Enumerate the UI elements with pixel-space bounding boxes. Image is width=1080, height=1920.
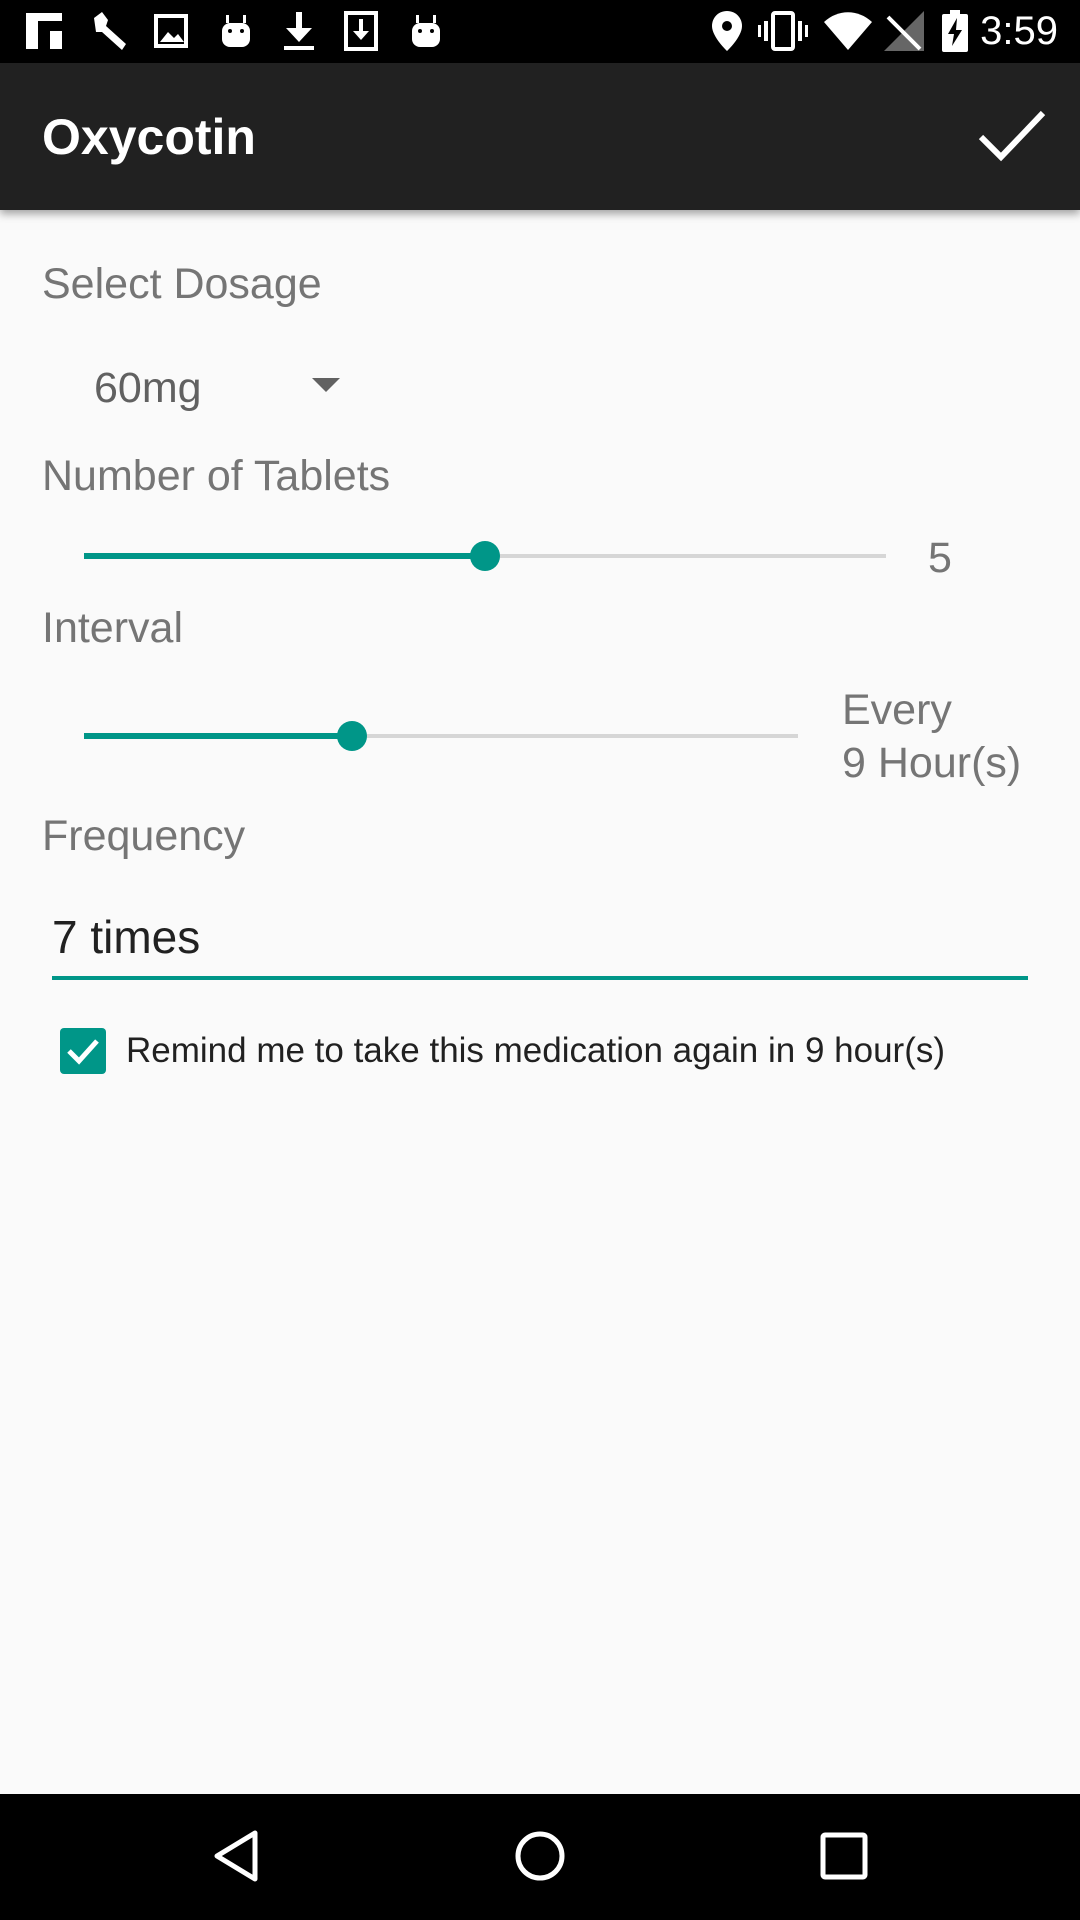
status-time: 3:59 [980,9,1058,53]
android-icon [218,10,254,52]
check-icon [67,1039,99,1065]
location-icon [712,10,742,52]
screen: 3:59 Oxycotin Select Dosage 60mg Number … [0,0,1080,1920]
interval-label: Interval [42,604,184,652]
wifi-icon [824,10,872,52]
home-circle-icon [514,1830,566,1887]
slider-thumb[interactable] [337,721,367,751]
back-button[interactable] [196,1818,276,1898]
frequency-label: Frequency [42,812,246,860]
interval-slider[interactable] [84,716,798,756]
interval-value-line2: 9 Hour(s) [842,739,1022,787]
home-button[interactable] [500,1818,580,1898]
slider-fill [84,733,352,739]
android-icon [408,10,444,52]
battery-charging-icon [942,10,968,52]
tablets-value: 5 [928,534,952,582]
interval-value-line1: Every [842,686,952,734]
reminder-label: Remind me to take this medication again … [126,1031,946,1070]
app-toolbar: Oxycotin [0,63,1080,210]
wrench-icon [88,10,130,52]
no-signal-icon [884,10,924,52]
image-icon [154,10,188,52]
download-icon [282,10,316,52]
slider-fill [84,553,485,559]
status-bar: 3:59 [0,0,1080,63]
tablets-slider[interactable] [84,536,886,576]
vibrate-icon [758,10,808,52]
navigation-bar [0,1794,1080,1920]
dosage-label: Select Dosage [42,260,322,308]
back-triangle-icon [211,1829,261,1888]
toolbar-title: Oxycotin [42,109,256,165]
dosage-selected-value: 60mg [94,364,202,412]
download-box-icon [344,10,378,52]
tablets-label: Number of Tablets [42,452,391,500]
chevron-down-icon [312,378,340,392]
flipboard-icon [26,10,62,52]
slider-thumb[interactable] [470,541,500,571]
reminder-checkbox-row[interactable]: Remind me to take this medication again … [58,1022,1038,1082]
check-icon [977,107,1047,168]
dosage-spinner[interactable]: 60mg [42,346,362,430]
frequency-input[interactable]: 7 times [52,902,1028,980]
reminder-checkbox[interactable] [60,1028,106,1074]
recents-button[interactable] [804,1818,884,1898]
confirm-button[interactable] [966,91,1058,183]
recents-square-icon [820,1832,868,1885]
